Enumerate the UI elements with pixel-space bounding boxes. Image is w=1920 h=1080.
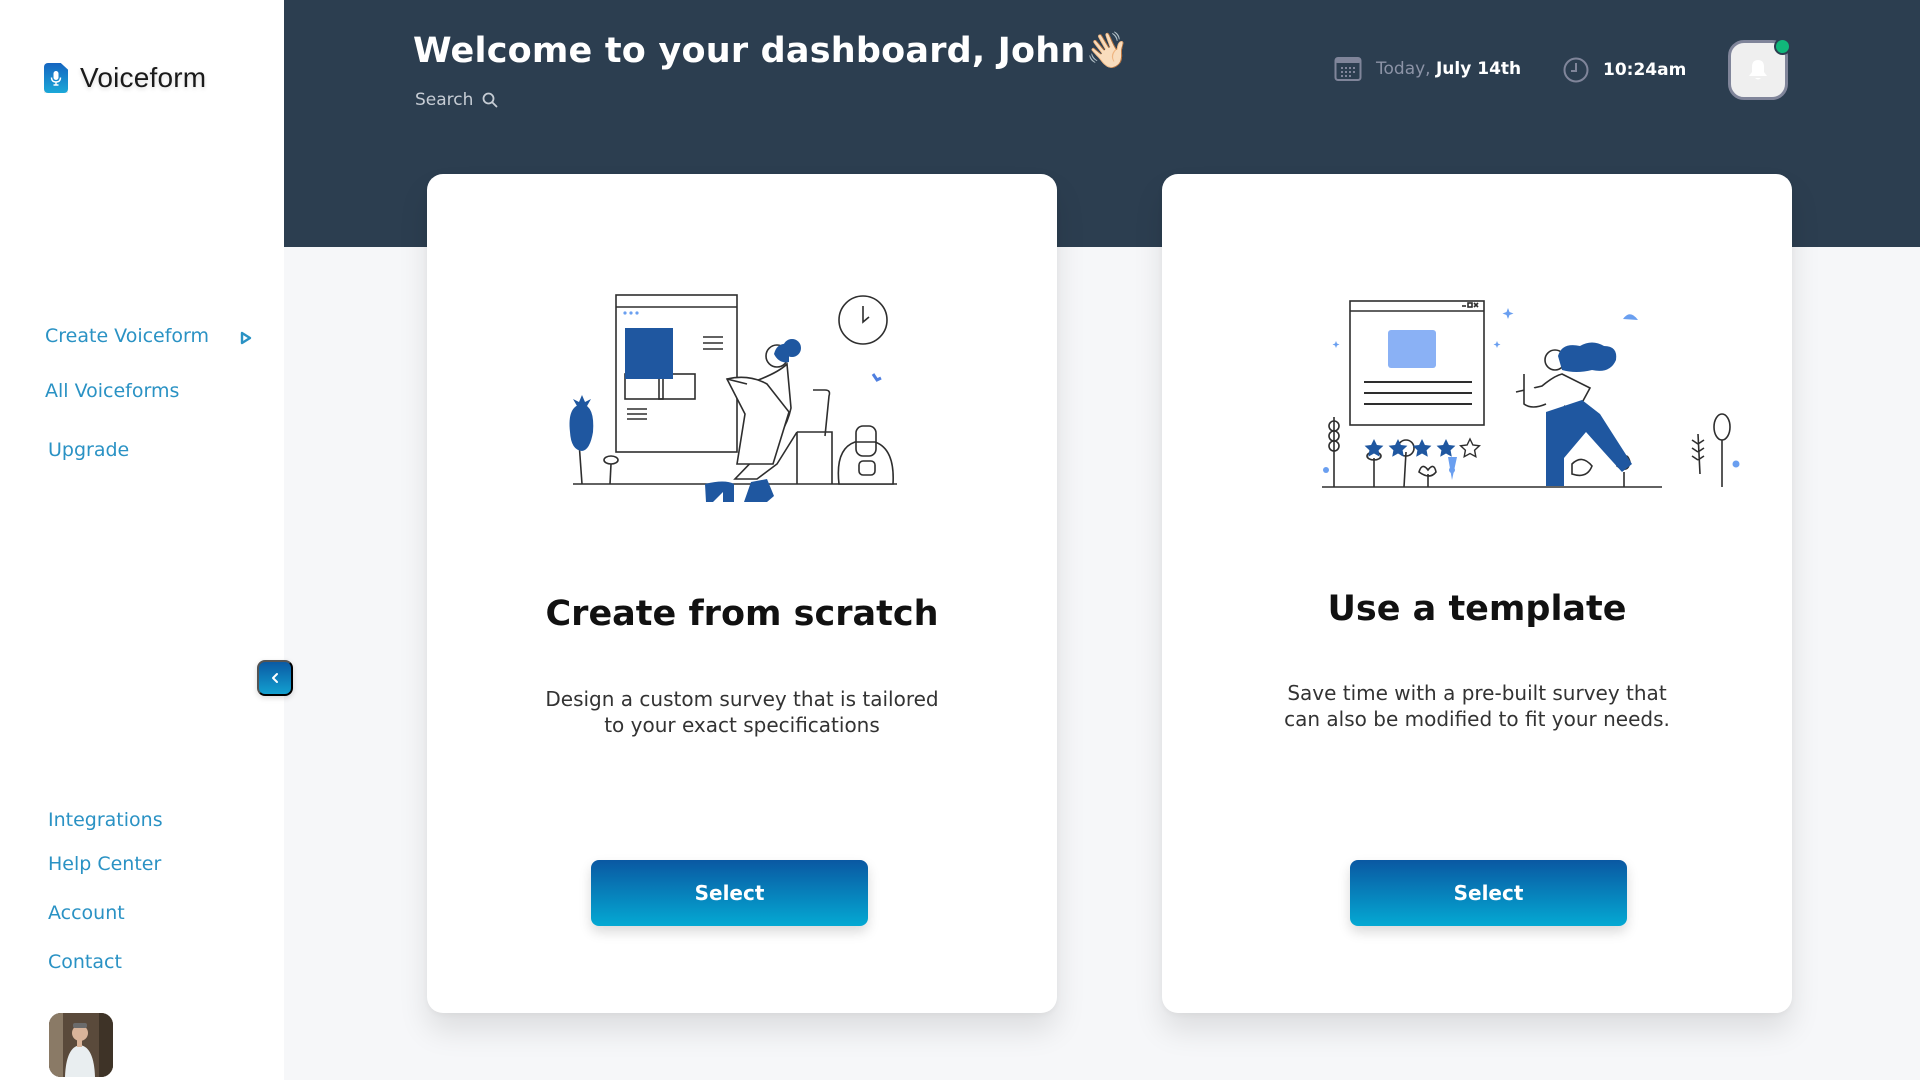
date-value: July 14th — [1435, 59, 1522, 79]
clock-icon — [1563, 57, 1589, 83]
welcome-text: Welcome to your dashboard, John — [413, 31, 1086, 71]
search-label: Search — [415, 90, 474, 110]
card-description: Design a custom survey that is tailored … — [427, 686, 1057, 738]
chevron-left-icon — [272, 673, 278, 683]
app-name: Voiceform — [80, 62, 207, 93]
sidebar-item-contact[interactable]: Contact — [48, 951, 122, 973]
time-value: 10:24am — [1603, 60, 1687, 80]
waving-hand-icon: 👋🏻 — [1085, 31, 1130, 71]
search-button[interactable]: Search — [415, 90, 498, 110]
date-display: Today, July 14th — [1334, 56, 1521, 82]
select-use-a-template-button[interactable]: Select — [1350, 860, 1627, 926]
create-from-scratch-card: Create from scratch Design a custom surv… — [427, 174, 1057, 1013]
sidebar-item-integrations[interactable]: Integrations — [48, 809, 163, 831]
use-a-template-card: Use a template Save time with a pre-buil… — [1162, 174, 1792, 1013]
card-description-line: Design a custom survey that is tailored — [545, 687, 939, 711]
calendar-icon — [1334, 57, 1362, 81]
card-description-line: can also be modified to fit your needs. — [1284, 707, 1670, 731]
card-description-line: Save time with a pre-built survey that — [1287, 681, 1667, 705]
search-icon — [483, 92, 498, 108]
card-description-line: to your exact specifications — [604, 713, 880, 737]
sidebar-item-create-voiceform[interactable]: Create Voiceform — [45, 325, 209, 347]
card-title: Create from scratch — [545, 594, 939, 634]
sidebar-item-account[interactable]: Account — [48, 902, 125, 924]
bell-icon — [1749, 60, 1767, 80]
collapse-sidebar-button[interactable] — [257, 660, 293, 696]
card-description: Save time with a pre-built survey that c… — [1162, 680, 1792, 732]
sidebar-item-help-center[interactable]: Help Center — [48, 853, 161, 875]
sidebar: Voiceform Create Voiceform All Voiceform… — [0, 0, 284, 1080]
date-prefix: Today, — [1376, 59, 1431, 79]
play-outline-icon[interactable] — [240, 330, 252, 345]
page-title: Welcome to your dashboard, John👋🏻 — [413, 30, 1129, 71]
sidebar-item-all-voiceforms[interactable]: All Voiceforms — [45, 380, 179, 402]
template-rating-illustration — [1322, 300, 1740, 488]
card-title: Use a template — [1327, 589, 1627, 629]
notification-status-dot — [1774, 38, 1791, 55]
select-create-from-scratch-button[interactable]: Select — [591, 860, 868, 926]
logo[interactable]: Voiceform — [44, 62, 206, 94]
time-display: 10:24am — [1563, 57, 1686, 83]
avatar[interactable] — [49, 1013, 113, 1077]
user-photo — [49, 1013, 113, 1077]
microphone-logo-icon — [44, 63, 68, 93]
woman-at-screen-illustration — [569, 294, 897, 502]
sidebar-item-upgrade[interactable]: Upgrade — [48, 439, 129, 461]
